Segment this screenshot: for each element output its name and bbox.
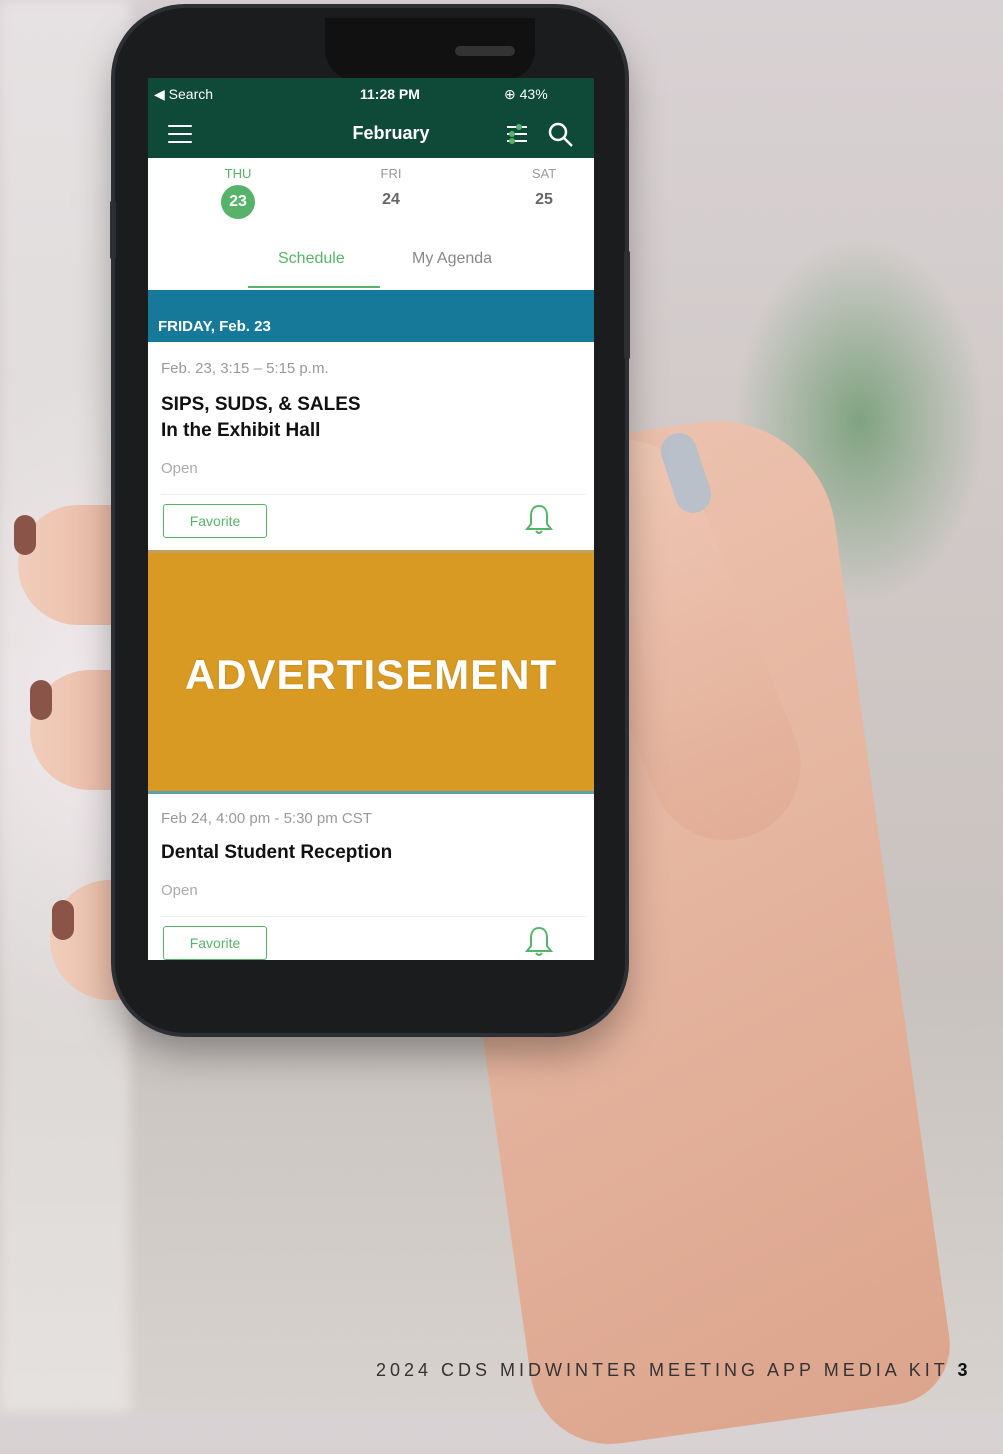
event-time: Feb 24, 4:00 pm - 5:30 pm CST <box>161 810 372 827</box>
day-number: 23 <box>221 185 255 219</box>
day-label: SAT <box>531 166 557 181</box>
section-header: FRIDAY, Feb. 23 <box>148 290 594 342</box>
status-carrier: ◀ Search <box>154 86 214 102</box>
tab-schedule[interactable]: Schedule <box>278 250 345 268</box>
phone-speaker <box>455 46 515 56</box>
power-button <box>624 250 630 360</box>
app-header: February <box>148 110 594 158</box>
favorite-button[interactable]: Favorite <box>163 926 267 960</box>
page-number: 3 <box>957 1360 972 1380</box>
footer-title: 2024 CDS MIDWINTER MEETING APP MEDIA KIT <box>376 1360 949 1380</box>
bell-icon[interactable] <box>522 924 556 958</box>
event-title: SIPS, SUDS, & SALES <box>161 394 361 415</box>
ad-label: ADVERTISEMENT <box>184 651 558 698</box>
finger-nail-3 <box>52 900 74 940</box>
finger-nail-1 <box>14 515 36 555</box>
bell-icon[interactable] <box>522 502 556 536</box>
day-number: 25 <box>535 191 553 208</box>
favorite-button[interactable]: Favorite <box>163 504 267 538</box>
day-label: THU <box>224 166 252 181</box>
event-card[interactable]: Feb 24, 4:00 pm - 5:30 pm CST Dental Stu… <box>148 794 594 960</box>
event-title: Dental Student Reception <box>161 842 393 863</box>
app-screen: ◀ Search 11:28 PM ⊕ 43% February THU 23 … <box>148 78 594 960</box>
status-bar: ◀ Search 11:28 PM ⊕ 43% <box>148 78 594 110</box>
event-status: Open <box>161 460 198 477</box>
finger-nail-2 <box>30 680 52 720</box>
event-subtitle: In the Exhibit Hall <box>161 420 321 441</box>
day-thu[interactable]: THU 23 <box>208 166 268 219</box>
event-card[interactable]: Feb. 23, 3:15 – 5:15 p.m. SIPS, SUDS, & … <box>148 342 594 548</box>
status-battery: ⊕ 43% <box>504 86 548 102</box>
divider <box>161 916 586 917</box>
divider <box>161 494 586 495</box>
volume-button <box>110 200 116 260</box>
section-label: FRIDAY, Feb. 23 <box>158 318 271 335</box>
view-tabs: Schedule My Agenda <box>148 230 594 288</box>
filter-icon[interactable] <box>503 120 531 148</box>
day-number: 24 <box>382 191 400 208</box>
status-time: 11:28 PM <box>360 86 420 102</box>
search-icon[interactable] <box>546 120 574 148</box>
page-footer: 2024 CDS MIDWINTER MEETING APP MEDIA KIT… <box>376 1360 971 1381</box>
day-sat[interactable]: SAT 25 <box>514 166 574 209</box>
active-tab-indicator <box>248 286 380 288</box>
event-status: Open <box>161 882 198 899</box>
day-label: FRI <box>380 166 402 181</box>
day-selector: THU 23 FRI 24 SAT 25 <box>148 158 594 231</box>
event-time: Feb. 23, 3:15 – 5:15 p.m. <box>161 360 329 377</box>
advertisement-banner[interactable]: ADVERTISEMENT <box>148 550 594 794</box>
tab-my-agenda[interactable]: My Agenda <box>412 250 492 268</box>
day-fri[interactable]: FRI 24 <box>361 166 421 209</box>
